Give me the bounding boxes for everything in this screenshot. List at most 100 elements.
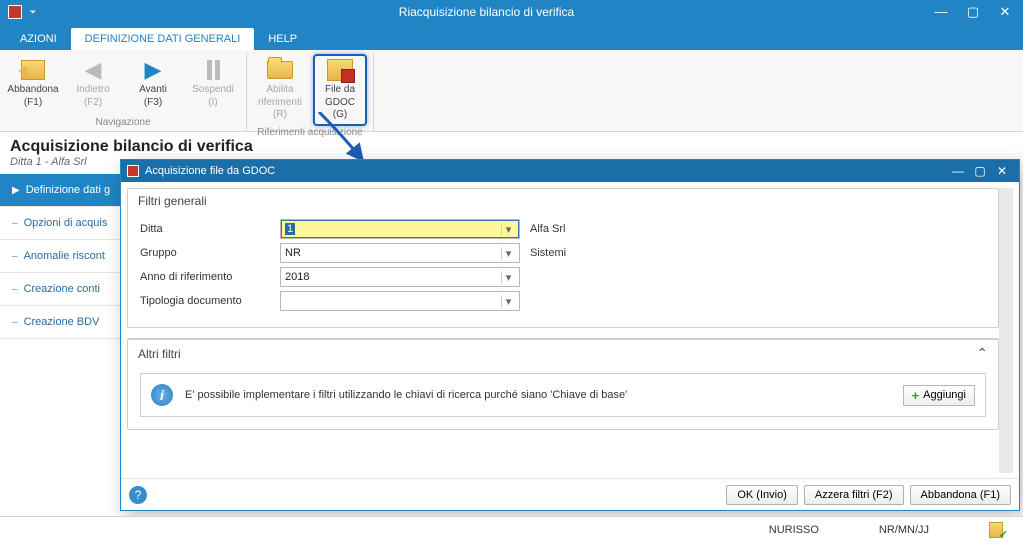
sidenav: Definizione dati g Opzioni di acquis Ano…	[0, 174, 140, 514]
active-marker-icon	[12, 185, 20, 196]
status-ok-icon	[989, 522, 1003, 538]
qat-dropdown-icon[interactable]: ⏷	[28, 7, 38, 17]
file-da-gdoc-button[interactable]: File da GDOC (G)	[313, 54, 367, 126]
dialog-minimize-icon[interactable]: —	[947, 164, 969, 178]
dialog-maximize-icon[interactable]: ▢	[969, 164, 991, 178]
indietro-button[interactable]: ◀ Indietro (F2)	[66, 54, 120, 109]
bullet-icon	[12, 317, 18, 328]
sidenav-item-label: Creazione BDV	[24, 316, 100, 328]
chevron-down-icon[interactable]: ▾	[501, 247, 515, 260]
dialog-acquisizione-file-gdoc: Acquisizione file da GDOC — ▢ ✕ Filtri g…	[120, 159, 1020, 511]
panel-filtri-generali: Filtri generali Ditta 1 ▾ Alfa Srl Grupp…	[127, 188, 999, 328]
gruppo-resolved: Sistemi	[530, 247, 566, 259]
sidenav-item-label: Opzioni di acquis	[24, 217, 108, 229]
ditta-value: 1	[285, 223, 295, 235]
row-ditta: Ditta 1 ▾ Alfa Srl	[140, 219, 986, 239]
back-icon: ◀	[85, 56, 102, 84]
maximize-icon[interactable]: ▢	[963, 4, 983, 20]
anno-label: Anno di riferimento	[140, 271, 280, 283]
bullet-icon	[12, 218, 18, 229]
row-anno: Anno di riferimento 2018 ▾	[140, 267, 986, 287]
chevron-down-icon[interactable]: ▾	[501, 271, 515, 284]
chevron-down-icon[interactable]: ▾	[501, 295, 515, 308]
sospendi-button[interactable]: Sospendi (I)	[186, 54, 240, 109]
gruppo-value: NR	[285, 247, 301, 259]
exit-icon	[21, 60, 45, 80]
abbandona-dialog-button[interactable]: Abbandona (F1)	[910, 485, 1012, 505]
sidenav-item-creazione-bdv[interactable]: Creazione BDV	[0, 306, 140, 339]
avanti-button[interactable]: ▶ Avanti (F3)	[126, 54, 180, 109]
avanti-label: Avanti	[139, 84, 167, 95]
info-text: E' possibile implementare i filtri utili…	[185, 389, 891, 401]
anno-value: 2018	[285, 271, 309, 283]
sidenav-item-opzioni-acquisizione[interactable]: Opzioni di acquis	[0, 207, 140, 240]
tab-help[interactable]: HELP	[254, 28, 311, 50]
aggiungi-label: Aggiungi	[923, 389, 966, 401]
help-icon[interactable]: ?	[129, 486, 147, 504]
chevron-down-icon[interactable]: ▾	[501, 223, 515, 236]
row-gruppo: Gruppo NR ▾ Sistemi	[140, 243, 986, 263]
altri-filtri-label: Altri filtri	[138, 347, 181, 361]
tipologia-combo[interactable]: ▾	[280, 291, 520, 311]
app-icon	[8, 5, 22, 19]
azzera-filtri-button[interactable]: Azzera filtri (F2)	[804, 485, 904, 505]
status-path: NR/MN/JJ	[879, 524, 929, 536]
status-user: NURISSO	[769, 524, 819, 536]
file-edit-icon	[327, 59, 353, 81]
nav-group-label: Navigazione	[6, 116, 240, 129]
dialog-footer: ? OK (Invio) Azzera filtri (F2) Abbandon…	[121, 478, 1019, 510]
dialog-titlebar[interactable]: Acquisizione file da GDOC — ▢ ✕	[121, 160, 1019, 182]
indietro-shortcut: (F2)	[66, 97, 120, 110]
minimize-icon[interactable]: —	[931, 4, 951, 20]
main-titlebar: ⏷ Riacquisizione bilancio di verifica — …	[0, 0, 1023, 24]
abbandona-button[interactable]: Abbandona (F1)	[6, 54, 60, 109]
bullet-icon	[12, 251, 18, 262]
ditta-resolved: Alfa Srl	[530, 223, 565, 235]
dialog-app-icon	[127, 165, 139, 177]
forward-icon: ▶	[145, 56, 162, 84]
abbandona-label: Abbandona	[7, 84, 58, 95]
fileda-label: File da	[325, 84, 355, 95]
ribbon-group-riferimenti: Abilita riferimenti (R) File da GDOC (G)…	[247, 52, 374, 131]
folder-icon	[267, 61, 293, 79]
abilita-shortcut: riferimenti (R)	[253, 97, 307, 122]
sospendi-shortcut: (I)	[186, 97, 240, 110]
dialog-close-icon[interactable]: ✕	[991, 164, 1013, 178]
ditta-combo[interactable]: 1 ▾	[280, 219, 520, 239]
anno-combo[interactable]: 2018 ▾	[280, 267, 520, 287]
pause-icon	[207, 60, 220, 80]
row-tipologia: Tipologia documento ▾	[140, 291, 986, 311]
sidenav-item-anomalie[interactable]: Anomalie riscont	[0, 240, 140, 273]
abbandona-shortcut: (F1)	[6, 97, 60, 110]
panel-altri-filtri: Altri filtri i E' possibile implementare…	[127, 338, 999, 430]
tab-definizione-dati-generali[interactable]: DEFINIZIONE DATI GENERALI	[71, 28, 255, 50]
altri-filtri-header[interactable]: Altri filtri	[128, 339, 998, 367]
ok-button[interactable]: OK (Invio)	[726, 485, 798, 505]
window-title: Riacquisizione bilancio di verifica	[42, 5, 931, 19]
ditta-label: Ditta	[140, 223, 280, 235]
ribbon-group-navigazione: Abbandona (F1) ◀ Indietro (F2) ▶ Avanti …	[0, 52, 247, 131]
sidenav-item-label: Anomalie riscont	[24, 250, 105, 262]
abilita-riferimenti-button[interactable]: Abilita riferimenti (R)	[253, 54, 307, 122]
dialog-body: Filtri generali Ditta 1 ▾ Alfa Srl Grupp…	[121, 182, 1019, 478]
ribbon: Abbandona (F1) ◀ Indietro (F2) ▶ Avanti …	[0, 50, 1023, 132]
indietro-label: Indietro	[76, 84, 109, 95]
scrollbar-handle[interactable]	[999, 188, 1013, 248]
sidenav-item-definizione-dati[interactable]: Definizione dati g	[0, 174, 140, 207]
dialog-title: Acquisizione file da GDOC	[145, 165, 947, 177]
menu-bar: AZIONI DEFINIZIONE DATI GENERALI HELP	[0, 24, 1023, 50]
status-bar: NURISSO NR/MN/JJ	[0, 516, 1023, 542]
gruppo-combo[interactable]: NR ▾	[280, 243, 520, 263]
gruppo-label: Gruppo	[140, 247, 280, 259]
sidenav-item-creazione-conti[interactable]: Creazione conti	[0, 273, 140, 306]
sidenav-item-label: Creazione conti	[24, 283, 100, 295]
info-box: i E' possibile implementare i filtri uti…	[140, 373, 986, 417]
plus-icon: +	[912, 388, 920, 403]
tipologia-label: Tipologia documento	[140, 295, 280, 307]
info-icon: i	[151, 384, 173, 406]
avanti-shortcut: (F3)	[126, 97, 180, 110]
close-icon[interactable]: ✕	[995, 4, 1015, 20]
tab-azioni[interactable]: AZIONI	[6, 28, 71, 50]
aggiungi-button[interactable]: + Aggiungi	[903, 385, 975, 406]
sidenav-item-label: Definizione dati g	[26, 184, 110, 196]
